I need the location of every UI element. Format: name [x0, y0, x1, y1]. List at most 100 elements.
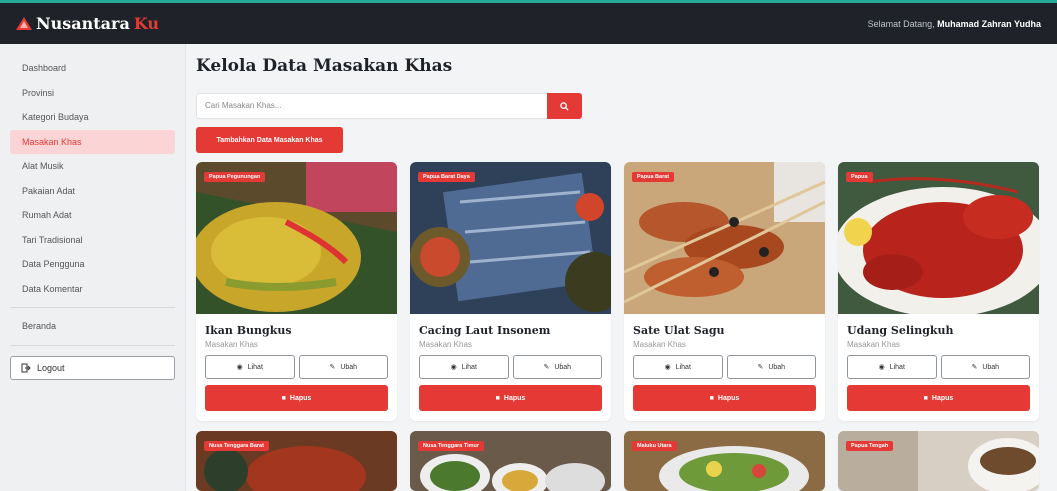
- delete-label: Hapus: [717, 394, 740, 402]
- edit-label: Ubah: [340, 363, 358, 371]
- search-bar: Cari Masakan Khas...: [196, 93, 582, 119]
- logout-icon: [21, 363, 31, 372]
- edit-button[interactable]: ✎ Ubah: [726, 355, 816, 379]
- pencil-icon: ✎: [971, 364, 978, 371]
- brand-accent: Ku: [133, 14, 160, 33]
- view-button[interactable]: ◉ Lihat: [205, 355, 295, 379]
- sidebar-item-masakan-khas[interactable]: Masakan Khas: [10, 129, 175, 154]
- pencil-icon: ✎: [329, 364, 336, 371]
- delete-button[interactable]: ■ Hapus: [205, 385, 388, 411]
- trash-icon: ■: [281, 394, 286, 402]
- food-name: Cacing Laut Insonem: [419, 324, 551, 337]
- food-card: Papua Udang Selingkuh Masakan Khas ◉ Liha…: [838, 162, 1039, 421]
- sidebar-item-tari-tradisional[interactable]: Tari Tradisional: [10, 228, 175, 253]
- main-content: Kelola Data Masakan Khas Cari Masakan Kh…: [196, 44, 1052, 491]
- sidebar: Dashboard Provinsi Kategori Budaya Masak…: [0, 44, 186, 491]
- delete-label: Hapus: [503, 394, 526, 402]
- view-label: Lihat: [889, 363, 905, 371]
- region-badge: Papua Tengah: [846, 441, 894, 451]
- region-badge: Papua Barat Daya: [418, 172, 475, 182]
- eye-icon: ◉: [450, 364, 457, 371]
- edit-button[interactable]: ✎ Ubah: [940, 355, 1030, 379]
- sidebar-item-pakaian-adat[interactable]: Pakaian Adat: [10, 179, 175, 204]
- pencil-icon: ✎: [543, 364, 550, 371]
- delete-label: Hapus: [289, 394, 312, 402]
- food-card: Nusa Tenggara Timur: [410, 431, 611, 491]
- edit-label: Ubah: [768, 363, 786, 371]
- sidebar-item-data-komentar[interactable]: Data Komentar: [10, 277, 175, 302]
- sidebar-divider: [10, 344, 175, 346]
- add-masakan-button[interactable]: Tambahkan Data Masakan Khas: [196, 127, 343, 153]
- food-image: Papua Pegunungan: [196, 162, 397, 314]
- food-image: Maluku Utara: [624, 431, 825, 491]
- sidebar-item-provinsi[interactable]: Provinsi: [10, 81, 175, 106]
- view-button[interactable]: ◉ Lihat: [847, 355, 937, 379]
- sidebar-divider: [10, 307, 175, 308]
- card-actions: ◉ Lihat ✎ Ubah: [847, 355, 1030, 379]
- food-image: Papua Barat Daya: [410, 162, 611, 314]
- sidebar-item-rumah-adat[interactable]: Rumah Adat: [10, 203, 175, 228]
- logout-label: Logout: [37, 362, 65, 373]
- sidebar-item-beranda[interactable]: Beranda: [10, 314, 175, 339]
- logout-button[interactable]: Logout: [10, 355, 175, 380]
- food-card: Papua Tengah: [838, 431, 1039, 491]
- delete-button[interactable]: ■ Hapus: [419, 385, 602, 411]
- edit-button[interactable]: ✎ Ubah: [512, 355, 602, 379]
- edit-label: Ubah: [554, 363, 572, 371]
- food-name: Sate Ulat Sagu: [633, 324, 725, 337]
- sidebar-item-kategori-budaya[interactable]: Kategori Budaya: [10, 105, 175, 130]
- trash-icon: ■: [923, 394, 928, 402]
- welcome-prefix: Selamat Datang,: [867, 18, 935, 29]
- food-card: Papua Barat Sate Ulat Sagu Masakan Khas …: [624, 162, 825, 421]
- temple-icon: [16, 16, 32, 30]
- search-input[interactable]: Cari Masakan Khas...: [196, 93, 547, 119]
- edit-button[interactable]: ✎ Ubah: [298, 355, 388, 379]
- brand-name: Nusantara: [36, 14, 130, 33]
- sidebar-item-alat-musik[interactable]: Alat Musik: [10, 154, 175, 179]
- card-grid: Papua Pegunungan Ikan Bungkus Masakan Kh…: [196, 162, 1052, 491]
- view-button[interactable]: ◉ Lihat: [419, 355, 509, 379]
- food-card: Papua Pegunungan Ikan Bungkus Masakan Kh…: [196, 162, 397, 421]
- food-image: Papua Barat: [624, 162, 825, 314]
- pencil-icon: ✎: [757, 364, 764, 371]
- view-button[interactable]: ◉ Lihat: [633, 355, 723, 379]
- delete-button[interactable]: ■ Hapus: [633, 385, 816, 411]
- card-actions: ◉ Lihat ✎ Ubah: [633, 355, 816, 379]
- region-badge: Papua Barat: [632, 172, 675, 182]
- delete-button[interactable]: ■ Hapus: [847, 385, 1030, 411]
- food-category: Masakan Khas: [633, 340, 686, 349]
- region-badge: Maluku Utara: [632, 441, 677, 451]
- sidebar-item-data-pengguna[interactable]: Data Pengguna: [10, 252, 175, 277]
- food-image: Papua Tengah: [838, 431, 1039, 491]
- card-body: Sate Ulat Sagu Masakan Khas ◉ Lihat ✎ Ubah…: [624, 314, 825, 419]
- trash-icon: ■: [709, 394, 714, 402]
- food-card: Papua Barat Daya Cacing Laut Insonem Mas…: [410, 162, 611, 421]
- card-body: Cacing Laut Insonem Masakan Khas ◉ Lihat …: [410, 314, 611, 419]
- region-badge: Nusa Tenggara Barat: [204, 441, 269, 451]
- region-badge: Papua Pegunungan: [204, 172, 266, 182]
- food-image: Nusa Tenggara Timur: [410, 431, 611, 491]
- food-card: Nusa Tenggara Barat: [196, 431, 397, 491]
- food-image: Papua: [838, 162, 1039, 314]
- trash-icon: ■: [495, 394, 500, 402]
- search-icon: [560, 101, 569, 111]
- food-category: Masakan Khas: [205, 340, 258, 349]
- card-actions: ◉ Lihat ✎ Ubah: [419, 355, 602, 379]
- food-category: Masakan Khas: [419, 340, 472, 349]
- search-button[interactable]: [547, 93, 582, 119]
- region-badge: Papua: [846, 172, 873, 182]
- edit-label: Ubah: [982, 363, 1000, 371]
- card-actions: ◉ Lihat ✎ Ubah: [205, 355, 388, 379]
- user-name: Muhamad Zahran Yudha: [937, 18, 1041, 29]
- view-label: Lihat: [675, 363, 691, 371]
- view-label: Lihat: [461, 363, 477, 371]
- sidebar-item-dashboard[interactable]: Dashboard: [10, 56, 175, 81]
- eye-icon: ◉: [878, 364, 885, 371]
- top-bar: Nusantara Ku Selamat Datang, Muhamad Zahr…: [0, 0, 1057, 44]
- page-title: Kelola Data Masakan Khas: [196, 56, 453, 76]
- card-body: Udang Selingkuh Masakan Khas ◉ Lihat ✎ Uba…: [838, 314, 1039, 419]
- food-image: Nusa Tenggara Barat: [196, 431, 397, 491]
- region-badge: Nusa Tenggara Timur: [418, 441, 485, 451]
- brand-logo[interactable]: Nusantara Ku: [16, 14, 159, 33]
- welcome-text: Selamat Datang, Muhamad Zahran Yudha: [868, 19, 1041, 29]
